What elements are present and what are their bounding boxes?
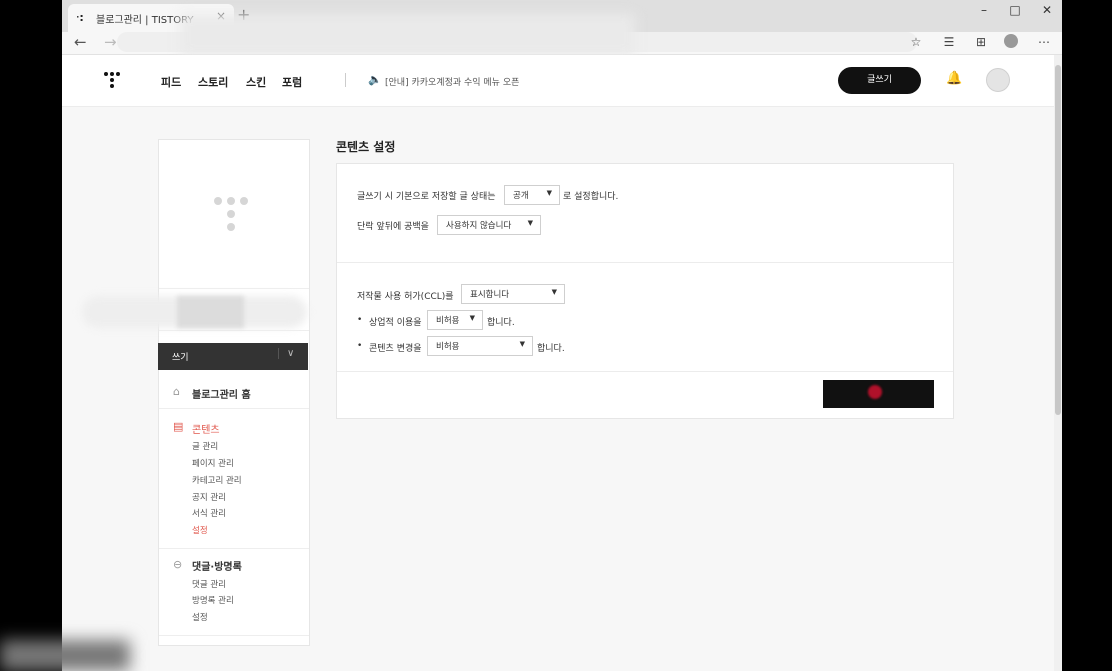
bell-icon[interactable]: 🔔: [946, 71, 962, 86]
paragraph-spacing-select[interactable]: 사용하지 않습니다 ▼: [437, 215, 541, 235]
tistory-logo-icon[interactable]: [102, 70, 122, 90]
sidebar-item-content-settings[interactable]: 설정: [192, 524, 208, 536]
sidebar-section-content[interactable]: 콘텐츠: [192, 421, 220, 436]
maximize-icon[interactable]: □: [1000, 3, 1030, 17]
settings-panel: 글쓰기 시 기본으로 저장할 글 상태는 공개 ▼ 로 설정합니다. 단락 앞뒤에…: [336, 163, 954, 419]
modification-value: 비허용: [436, 342, 460, 352]
modification-suffix: 합니다.: [537, 344, 565, 354]
sidebar-item-home[interactable]: 블로그관리 홈: [192, 386, 251, 401]
sidebar-item-comment-settings[interactable]: 설정: [192, 611, 208, 623]
global-navigation: 피드 스토리 스킨 포럼 🔈 [안내] 카카오계정과 수익 메뉴 오픈 글쓰기 …: [62, 55, 1054, 107]
dropdown-arrow-icon: ▼: [469, 314, 475, 322]
close-window-icon[interactable]: ✕: [1032, 3, 1062, 17]
blog-placeholder-logo-icon: [214, 197, 254, 237]
menu-skin[interactable]: 스킨: [246, 74, 266, 90]
sidebar-item-notices[interactable]: 공지 관리: [192, 491, 226, 503]
section-divider: [337, 262, 953, 263]
sidebar-item-pages[interactable]: 페이지 관리: [192, 457, 234, 469]
sidebar-item-comments[interactable]: 댓글 관리: [192, 578, 226, 590]
bullet: •: [357, 341, 363, 351]
chevron-down-icon[interactable]: ∨: [278, 348, 294, 359]
commercial-use-select[interactable]: 비허용 ▼: [427, 310, 483, 330]
forward-icon[interactable]: →: [104, 33, 117, 51]
menu-forum[interactable]: 포럼: [282, 74, 302, 90]
notice-link[interactable]: [안내] 카카오계정과 수익 메뉴 오픈: [385, 75, 519, 88]
dropdown-arrow-icon: ▼: [546, 189, 552, 197]
browser-window: ᐧ: 블로그관리 | TISTORY × + – □ ✕ ← → ☆ ☰ ⊞ ⋯…: [62, 0, 1062, 671]
post-status-select[interactable]: 공개 ▼: [504, 185, 560, 205]
menu-divider: [345, 73, 346, 87]
tab-title: 블로그관리 | TISTORY: [96, 15, 194, 26]
scrollbar-thumb[interactable]: [1055, 65, 1061, 415]
write-dropdown-bar[interactable]: 쓰기 ∨: [158, 343, 308, 370]
smear-artifact-center: [177, 296, 244, 328]
write-dropdown-label: 쓰기: [172, 353, 189, 363]
ccl-value: 표시합니다: [470, 290, 510, 300]
section-divider: [337, 371, 953, 372]
post-status-suffix: 로 설정합니다.: [563, 192, 619, 202]
tistory-favicon-icon: ᐧ:: [76, 11, 84, 24]
sidebar: ⌂ 블로그관리 홈 ▤ 콘텐츠 글 관리 페이지 관리 카테고리 관리 공지 관…: [158, 139, 310, 646]
favorite-star-icon[interactable]: ☆: [907, 35, 925, 49]
sidebar-section-comments[interactable]: 댓글·방명록: [192, 558, 242, 573]
ccl-label: 저작물 사용 허가(CCL)를: [357, 292, 454, 302]
bullet: •: [357, 315, 363, 325]
fade-artifact: [0, 640, 130, 671]
sidebar-item-posts[interactable]: 글 관리: [192, 440, 218, 452]
sidebar-item-categories[interactable]: 카테고리 관리: [192, 474, 242, 486]
dropdown-arrow-icon: ▼: [551, 288, 557, 296]
write-button[interactable]: 글쓰기: [838, 67, 921, 94]
more-icon[interactable]: ⋯: [1035, 35, 1053, 49]
paragraph-spacing-label: 단락 앞뒤에 공백을: [357, 222, 429, 232]
collections-icon[interactable]: ⊞: [972, 35, 990, 49]
commercial-use-label: 상업적 이용을: [369, 318, 422, 328]
minimize-icon[interactable]: –: [969, 3, 999, 17]
back-icon[interactable]: ←: [74, 33, 87, 51]
dropdown-arrow-icon: ▼: [519, 340, 525, 348]
save-button[interactable]: [823, 380, 934, 408]
sidebar-item-templates[interactable]: 서식 관리: [192, 507, 226, 519]
menu-story[interactable]: 스토리: [198, 74, 228, 90]
mouse-cursor-highlight: [868, 385, 882, 399]
favorites-list-icon[interactable]: ☰: [940, 35, 958, 49]
modification-select[interactable]: 비허용 ▼: [427, 336, 533, 356]
home-icon: ⌂: [173, 385, 180, 398]
scrollbar[interactable]: [1054, 55, 1062, 671]
ccl-select[interactable]: 표시합니다 ▼: [461, 284, 565, 304]
document-icon: ▤: [173, 420, 184, 433]
post-status-value: 공개: [513, 191, 529, 201]
url-redaction: [180, 14, 635, 56]
post-status-label: 글쓰기 시 기본으로 저장할 글 상태는: [357, 192, 496, 202]
dropdown-arrow-icon: ▼: [527, 219, 533, 227]
paragraph-spacing-value: 사용하지 않습니다: [446, 221, 512, 231]
browser-profile-icon[interactable]: [1004, 34, 1018, 48]
comment-icon: ⊖: [173, 558, 183, 571]
avatar[interactable]: [986, 68, 1010, 92]
speaker-icon: 🔈: [368, 73, 382, 86]
modification-label: 콘텐츠 변경을: [369, 344, 422, 354]
commercial-use-suffix: 합니다.: [487, 318, 515, 328]
address-bar: ← → ☆ ☰ ⊞ ⋯: [62, 14, 1062, 56]
commercial-use-value: 비허용: [436, 316, 460, 326]
page-title: 콘텐츠 설정: [336, 140, 396, 154]
menu-feed[interactable]: 피드: [161, 74, 181, 90]
sidebar-item-guestbook[interactable]: 방명록 관리: [192, 594, 234, 606]
